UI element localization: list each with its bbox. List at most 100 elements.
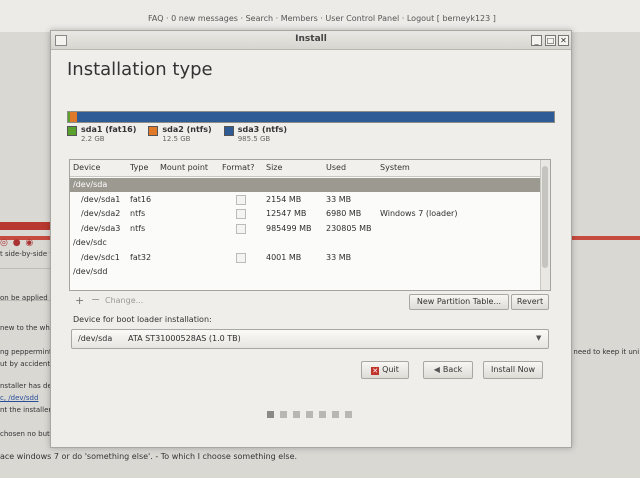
back-label: Back (442, 365, 463, 374)
legend-partition-name: sda1 (fat16) (81, 125, 137, 134)
cell-type: ntfs (130, 223, 146, 233)
column-header-size[interactable]: Size (266, 163, 282, 172)
legend-item: sda1 (fat16) 2.2 GB (67, 125, 136, 143)
cell-type: fat32 (130, 252, 152, 262)
format-checkbox[interactable] (236, 223, 246, 234)
format-checkbox[interactable] (236, 194, 246, 205)
step-progress-dots (267, 411, 358, 418)
cell-device: /dev/sda3 (81, 223, 121, 233)
cell-used: 6980 MB (326, 209, 362, 218)
step-dot (345, 411, 352, 418)
step-dot (267, 411, 274, 418)
quit-label: Quit (382, 365, 399, 374)
table-row[interactable]: /dev/sda1 fat16 2154 MB 33 MB (70, 193, 540, 207)
step-dot (319, 411, 326, 418)
change-partition-button[interactable]: Change... (105, 296, 143, 305)
close-button[interactable]: ✕ (558, 35, 569, 46)
partition-bar-segment (76, 112, 554, 122)
step-dot (306, 411, 313, 418)
new-partition-table-button[interactable]: New Partition Table... (409, 294, 509, 310)
table-row[interactable]: /dev/sda3 ntfs 985499 MB 230805 MB (70, 222, 540, 236)
legend-swatch (67, 126, 77, 136)
table-header: Device Type Mount point Format? Size Use… (70, 160, 540, 177)
cell-system: Windows 7 (loader) (380, 209, 458, 218)
minimize-button[interactable]: _ (531, 35, 542, 46)
install-now-button[interactable]: Install Now (483, 361, 543, 379)
legend-swatch (148, 126, 159, 136)
cell-size: 2154 MB (266, 194, 302, 204)
cell-device: /dev/sda (73, 180, 108, 189)
browser-red-bar-right (565, 236, 640, 240)
column-header-type[interactable]: Type (130, 163, 148, 172)
column-header-mount[interactable]: Mount point (160, 163, 208, 172)
forum-text-link[interactable]: c, /dev/sdd (0, 394, 38, 402)
legend-item: sda3 (ntfs) 985.5 GB (223, 125, 288, 143)
forum-text-bottom: ace windows 7 or do 'something else'. - … (0, 452, 298, 461)
legend-swatch (223, 126, 234, 136)
maximize-button[interactable]: □ (545, 35, 556, 46)
install-window: Install _ □ ✕ Installation type sda1 (fa… (50, 30, 572, 448)
cell-size: 12547 MB (266, 209, 307, 218)
forum-text-line: ng peppermint f (0, 348, 57, 356)
table-row[interactable]: /dev/sdd (70, 265, 540, 279)
legend-partition-size: 2.2 GB (81, 135, 105, 143)
add-partition-button[interactable]: + (75, 294, 84, 307)
quit-icon: ✕ (371, 367, 380, 375)
forum-text-line: ut by accident!! (0, 360, 56, 368)
table-row[interactable]: /dev/sda2 ntfs 12547 MB 6980 MB Windows 7 (l… (70, 207, 540, 221)
partition-table[interactable]: Device Type Mount point Format? Size Use… (69, 159, 551, 291)
revert-button[interactable]: Revert (511, 294, 549, 310)
cell-size: 985499 MB (266, 223, 312, 233)
cell-device: /dev/sda2 (81, 209, 121, 218)
forum-top-links[interactable]: FAQ · 0 new messages · Search · Members … (148, 14, 496, 23)
table-row[interactable]: /dev/sdc (70, 236, 540, 250)
cell-type: ntfs (130, 209, 146, 218)
legend-item: sda2 (ntfs) 12.5 GB (148, 125, 212, 143)
cell-used: 33 MB (326, 252, 352, 262)
remove-partition-button[interactable]: − (91, 293, 100, 306)
cell-size: 4001 MB (266, 252, 302, 262)
bootloader-label: Device for boot loader installation: (73, 315, 212, 324)
dropdown-arrow-icon: ▼ (536, 334, 542, 342)
step-dot (332, 411, 339, 418)
cell-device: /dev/sdc (73, 238, 107, 247)
browser-toolbar-icons[interactable]: ◎ ● ◉ (0, 238, 34, 248)
column-header-format[interactable]: Format? (222, 163, 254, 172)
bootloader-device: /dev/sda (78, 334, 113, 343)
partition-bar (67, 111, 555, 123)
window-titlebar[interactable]: Install _ □ ✕ (51, 31, 571, 50)
column-header-device[interactable]: Device (73, 163, 100, 172)
scrollbar-thumb[interactable] (542, 166, 548, 268)
cell-device: /dev/sda1 (81, 194, 121, 204)
table-row[interactable]: /dev/sdc1 fat32 4001 MB 33 MB (70, 251, 540, 265)
step-dot (293, 411, 300, 418)
bootloader-description: ATA ST31000528AS (1.0 TB) (128, 334, 241, 343)
table-row[interactable]: /dev/sda (70, 178, 540, 192)
back-button[interactable]: ◀ Back (423, 361, 473, 379)
legend-partition-name: sda3 (ntfs) (237, 125, 288, 134)
page-title: Installation type (67, 59, 213, 80)
legend-partition-name: sda2 (ntfs) (162, 125, 212, 134)
step-dot (280, 411, 287, 418)
bootloader-device-select[interactable]: /dev/sda ATA ST31000528AS (1.0 TB) ▼ (71, 329, 549, 349)
window-title: Install (295, 34, 327, 44)
column-header-system[interactable]: System (380, 163, 410, 172)
cell-type: fat16 (130, 194, 152, 204)
format-checkbox[interactable] (236, 252, 246, 263)
cell-device: /dev/sdc1 (81, 252, 120, 262)
browser-red-bar (0, 222, 52, 230)
table-scrollbar[interactable] (540, 160, 550, 290)
column-header-used[interactable]: Used (326, 163, 346, 172)
forum-text-line: new to the wh (0, 324, 50, 332)
cell-device: /dev/sdd (73, 267, 108, 276)
cell-used: 230805 MB (326, 223, 372, 233)
partition-legend: sda1 (fat16) 2.2 GB sda2 (ntfs) 12.5 GB sda3… (67, 125, 299, 143)
back-arrow-icon: ◀ (433, 365, 440, 374)
browser-header: FAQ · 0 new messages · Search · Members … (0, 0, 640, 32)
quit-button[interactable]: ✕ Quit (361, 361, 409, 379)
partition-toolbar: + − Change... New Partition Table... Rev… (69, 293, 549, 310)
legend-partition-size: 985.5 GB (237, 135, 271, 143)
cell-used: 33 MB (326, 194, 352, 204)
format-checkbox[interactable] (236, 209, 246, 219)
legend-partition-size: 12.5 GB (162, 135, 191, 143)
